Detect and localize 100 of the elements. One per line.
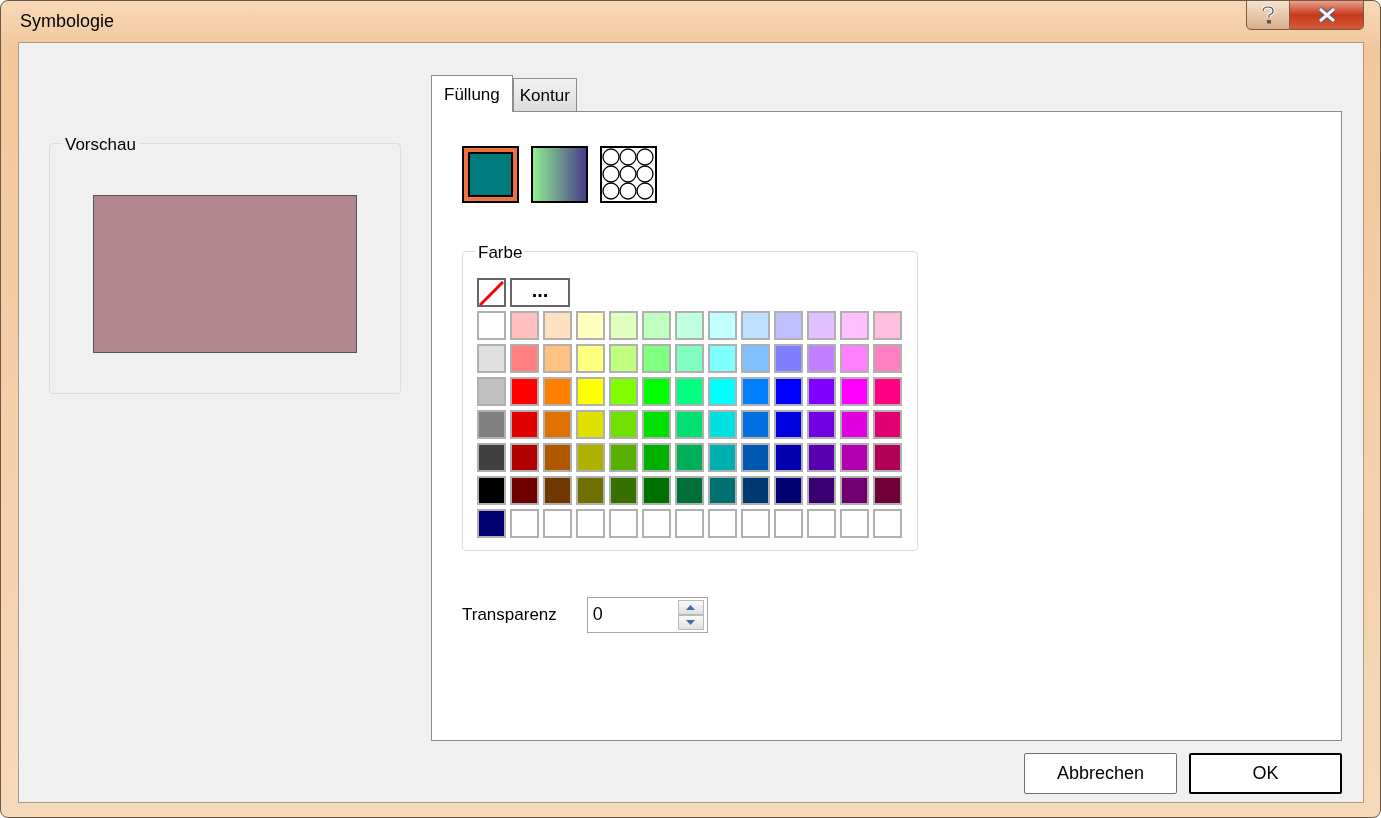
gradient-fill-button[interactable] (531, 146, 588, 203)
color-swatch[interactable] (675, 443, 704, 472)
color-swatch[interactable] (642, 443, 671, 472)
color-swatch[interactable] (510, 311, 539, 340)
color-swatch[interactable] (840, 476, 869, 505)
color-swatch[interactable] (741, 311, 770, 340)
color-swatch[interactable] (543, 476, 572, 505)
empty-swatch[interactable] (642, 509, 671, 538)
color-swatch[interactable] (510, 443, 539, 472)
empty-swatch[interactable] (708, 509, 737, 538)
color-swatch[interactable] (675, 311, 704, 340)
solid-fill-button[interactable] (462, 146, 519, 203)
color-swatch[interactable] (576, 476, 605, 505)
color-swatch[interactable] (774, 410, 803, 439)
tab[interactable]: Kontur (512, 78, 577, 111)
empty-swatch[interactable] (576, 509, 605, 538)
color-swatch[interactable] (576, 377, 605, 406)
empty-swatch[interactable] (741, 509, 770, 538)
color-swatch[interactable] (543, 311, 572, 340)
empty-swatch[interactable] (675, 509, 704, 538)
color-swatch[interactable] (477, 311, 506, 340)
color-swatch[interactable] (675, 377, 704, 406)
color-swatch[interactable] (741, 476, 770, 505)
color-swatch[interactable] (708, 311, 737, 340)
color-swatch[interactable] (609, 443, 638, 472)
color-swatch[interactable] (642, 476, 671, 505)
color-swatch[interactable] (873, 476, 902, 505)
cancel-button[interactable]: Abbrechen (1024, 753, 1177, 794)
color-swatch[interactable] (477, 509, 506, 538)
color-swatch[interactable] (741, 410, 770, 439)
close-button[interactable] (1290, 0, 1364, 30)
color-swatch[interactable] (807, 311, 836, 340)
empty-swatch[interactable] (774, 509, 803, 538)
color-swatch[interactable] (807, 344, 836, 373)
empty-swatch[interactable] (840, 509, 869, 538)
help-button[interactable] (1246, 0, 1290, 30)
pattern-fill-button[interactable] (600, 146, 657, 203)
ok-button[interactable]: OK (1189, 753, 1342, 794)
color-swatch[interactable] (873, 377, 902, 406)
color-swatch[interactable] (807, 410, 836, 439)
tab[interactable]: Füllung (431, 75, 513, 112)
no-color-button[interactable] (477, 278, 506, 307)
color-swatch[interactable] (807, 443, 836, 472)
color-swatch[interactable] (774, 443, 803, 472)
color-swatch[interactable] (477, 443, 506, 472)
color-swatch[interactable] (675, 344, 704, 373)
color-swatch[interactable] (873, 410, 902, 439)
color-swatch[interactable] (873, 344, 902, 373)
color-swatch[interactable] (708, 443, 737, 472)
color-swatch[interactable] (675, 410, 704, 439)
color-swatch[interactable] (609, 476, 638, 505)
color-swatch[interactable] (576, 344, 605, 373)
color-swatch[interactable] (510, 476, 539, 505)
color-swatch[interactable] (510, 344, 539, 373)
color-swatch[interactable] (840, 443, 869, 472)
empty-swatch[interactable] (807, 509, 836, 538)
color-swatch[interactable] (642, 311, 671, 340)
color-swatch[interactable] (642, 377, 671, 406)
color-swatch[interactable] (543, 344, 572, 373)
spin-up-button[interactable] (677, 600, 704, 615)
color-swatch[interactable] (477, 344, 506, 373)
color-swatch[interactable] (741, 377, 770, 406)
color-swatch[interactable] (477, 476, 506, 505)
color-swatch[interactable] (774, 311, 803, 340)
color-swatch[interactable] (642, 344, 671, 373)
color-swatch[interactable] (774, 377, 803, 406)
color-swatch[interactable] (609, 377, 638, 406)
color-swatch[interactable] (708, 476, 737, 505)
color-swatch[interactable] (807, 377, 836, 406)
color-swatch[interactable] (609, 311, 638, 340)
color-swatch[interactable] (741, 443, 770, 472)
color-swatch[interactable] (708, 344, 737, 373)
more-colors-button[interactable]: ... (510, 278, 570, 307)
color-swatch[interactable] (576, 410, 605, 439)
color-swatch[interactable] (741, 344, 770, 373)
color-swatch[interactable] (477, 410, 506, 439)
color-swatch[interactable] (774, 476, 803, 505)
empty-swatch[interactable] (873, 509, 902, 538)
spin-down-button[interactable] (677, 615, 704, 630)
color-swatch[interactable] (609, 410, 638, 439)
color-swatch[interactable] (708, 377, 737, 406)
color-swatch[interactable] (543, 377, 572, 406)
color-swatch[interactable] (873, 443, 902, 472)
color-swatch[interactable] (642, 410, 671, 439)
color-swatch[interactable] (675, 476, 704, 505)
color-swatch[interactable] (840, 410, 869, 439)
color-swatch[interactable] (576, 311, 605, 340)
empty-swatch[interactable] (510, 509, 539, 538)
color-swatch[interactable] (840, 377, 869, 406)
color-swatch[interactable] (543, 410, 572, 439)
color-swatch[interactable] (609, 344, 638, 373)
color-swatch[interactable] (807, 476, 836, 505)
color-swatch[interactable] (543, 443, 572, 472)
empty-swatch[interactable] (543, 509, 572, 538)
empty-swatch[interactable] (609, 509, 638, 538)
transparency-spinner[interactable]: 0 (586, 597, 708, 633)
color-swatch[interactable] (774, 344, 803, 373)
color-swatch[interactable] (840, 344, 869, 373)
color-swatch[interactable] (708, 410, 737, 439)
color-swatch[interactable] (477, 377, 506, 406)
